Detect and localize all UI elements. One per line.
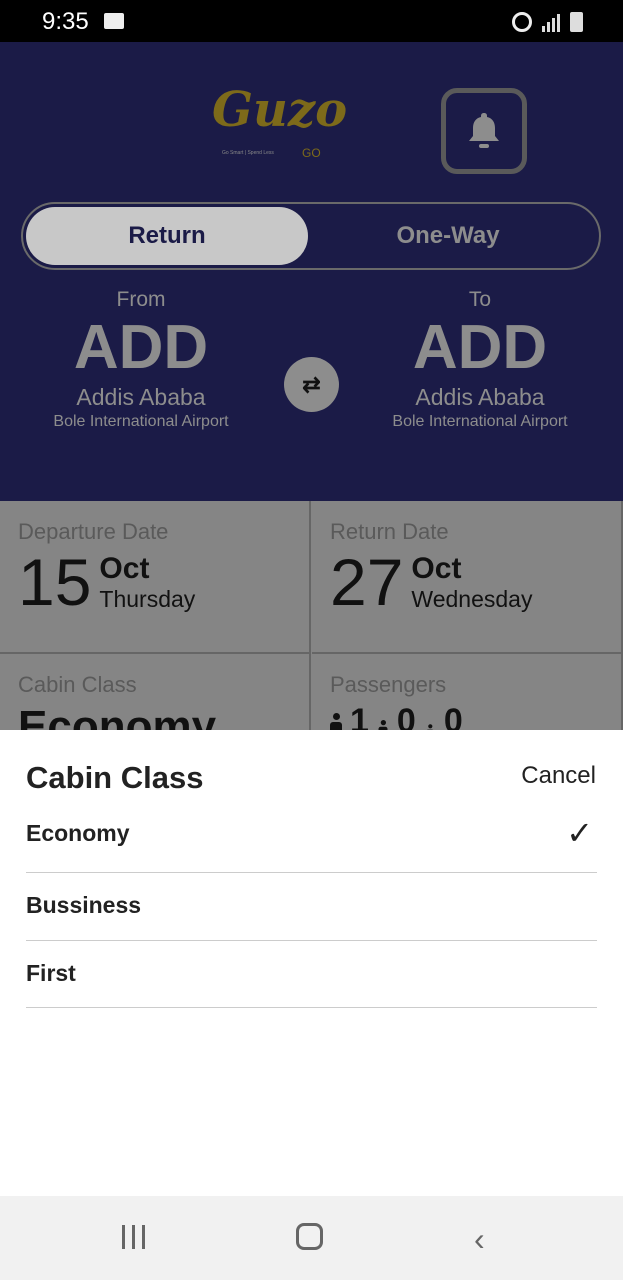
checkmark-icon: ✓ <box>566 815 593 851</box>
option-business[interactable]: Bussiness <box>26 892 597 941</box>
return-label: Return Date <box>330 519 449 544</box>
swap-airports-button[interactable]: ⇄ <box>284 357 339 412</box>
status-time: 9:35 <box>42 8 89 35</box>
alarm-icon <box>512 12 532 32</box>
cabin-label: Cabin Class <box>18 672 137 697</box>
from-city: Addis Ababa <box>76 384 206 410</box>
home-button[interactable] <box>296 1223 323 1250</box>
to-airport[interactable]: To ADD Addis Ababa Bole International Ai… <box>340 288 620 431</box>
notifications-button[interactable] <box>441 88 527 174</box>
guzo-logo: Guzo Go Smart | Spend Less GO <box>212 82 348 160</box>
to-city: Addis Ababa <box>415 384 545 410</box>
search-options-grid: Departure Date 15 Oct Thursday Return Dat… <box>0 501 623 754</box>
departure-date-field[interactable]: Departure Date 15 Oct Thursday <box>0 501 311 654</box>
cancel-button[interactable]: Cancel <box>521 762 596 790</box>
departure-day: 15 <box>18 545 92 619</box>
to-code: ADD <box>412 313 548 382</box>
from-label: From <box>116 288 166 311</box>
to-airport-name: Bole International Airport <box>392 413 568 430</box>
departure-weekday: Thursday <box>99 585 196 612</box>
status-bar: 9:35 <box>0 0 623 42</box>
recent-apps-button[interactable] <box>122 1225 145 1249</box>
option-label: First <box>26 960 76 986</box>
return-date-field[interactable]: Return Date 27 Oct Wednesday <box>312 501 623 654</box>
cabin-class-sheet: Cabin Class Cancel Economy ✓ Bussiness F… <box>0 730 623 1196</box>
signal-icon <box>542 14 560 32</box>
swap-icon: ⇄ <box>302 371 321 397</box>
tab-return[interactable]: Return <box>26 207 308 265</box>
trip-type-toggle: Return One-Way <box>21 202 601 270</box>
return-weekday: Wednesday <box>411 585 533 612</box>
from-airport-name: Bole International Airport <box>53 413 229 430</box>
departure-label: Departure Date <box>18 519 169 544</box>
option-first[interactable]: First <box>26 960 597 1008</box>
folder-icon <box>104 13 124 29</box>
return-month: Oct <box>411 551 462 585</box>
to-label: To <box>468 288 492 311</box>
return-day: 27 <box>330 545 404 619</box>
from-code: ADD <box>73 313 209 382</box>
option-economy[interactable]: Economy ✓ <box>26 815 597 873</box>
option-label: Bussiness <box>26 892 142 918</box>
battery-icon <box>570 12 583 32</box>
tab-one-way[interactable]: One-Way <box>307 207 589 265</box>
departure-month: Oct <box>99 551 150 585</box>
passengers-label: Passengers <box>330 672 447 697</box>
system-nav-bar: ‹ <box>0 1196 623 1280</box>
option-label: Economy <box>26 820 130 846</box>
back-button[interactable]: ‹ <box>474 1221 485 1258</box>
search-header: Guzo Go Smart | Spend Less GO Return One… <box>0 42 623 501</box>
bell-icon <box>469 113 499 148</box>
from-airport[interactable]: From ADD Addis Ababa Bole International … <box>1 288 281 431</box>
sheet-title: Cabin Class <box>26 760 204 795</box>
